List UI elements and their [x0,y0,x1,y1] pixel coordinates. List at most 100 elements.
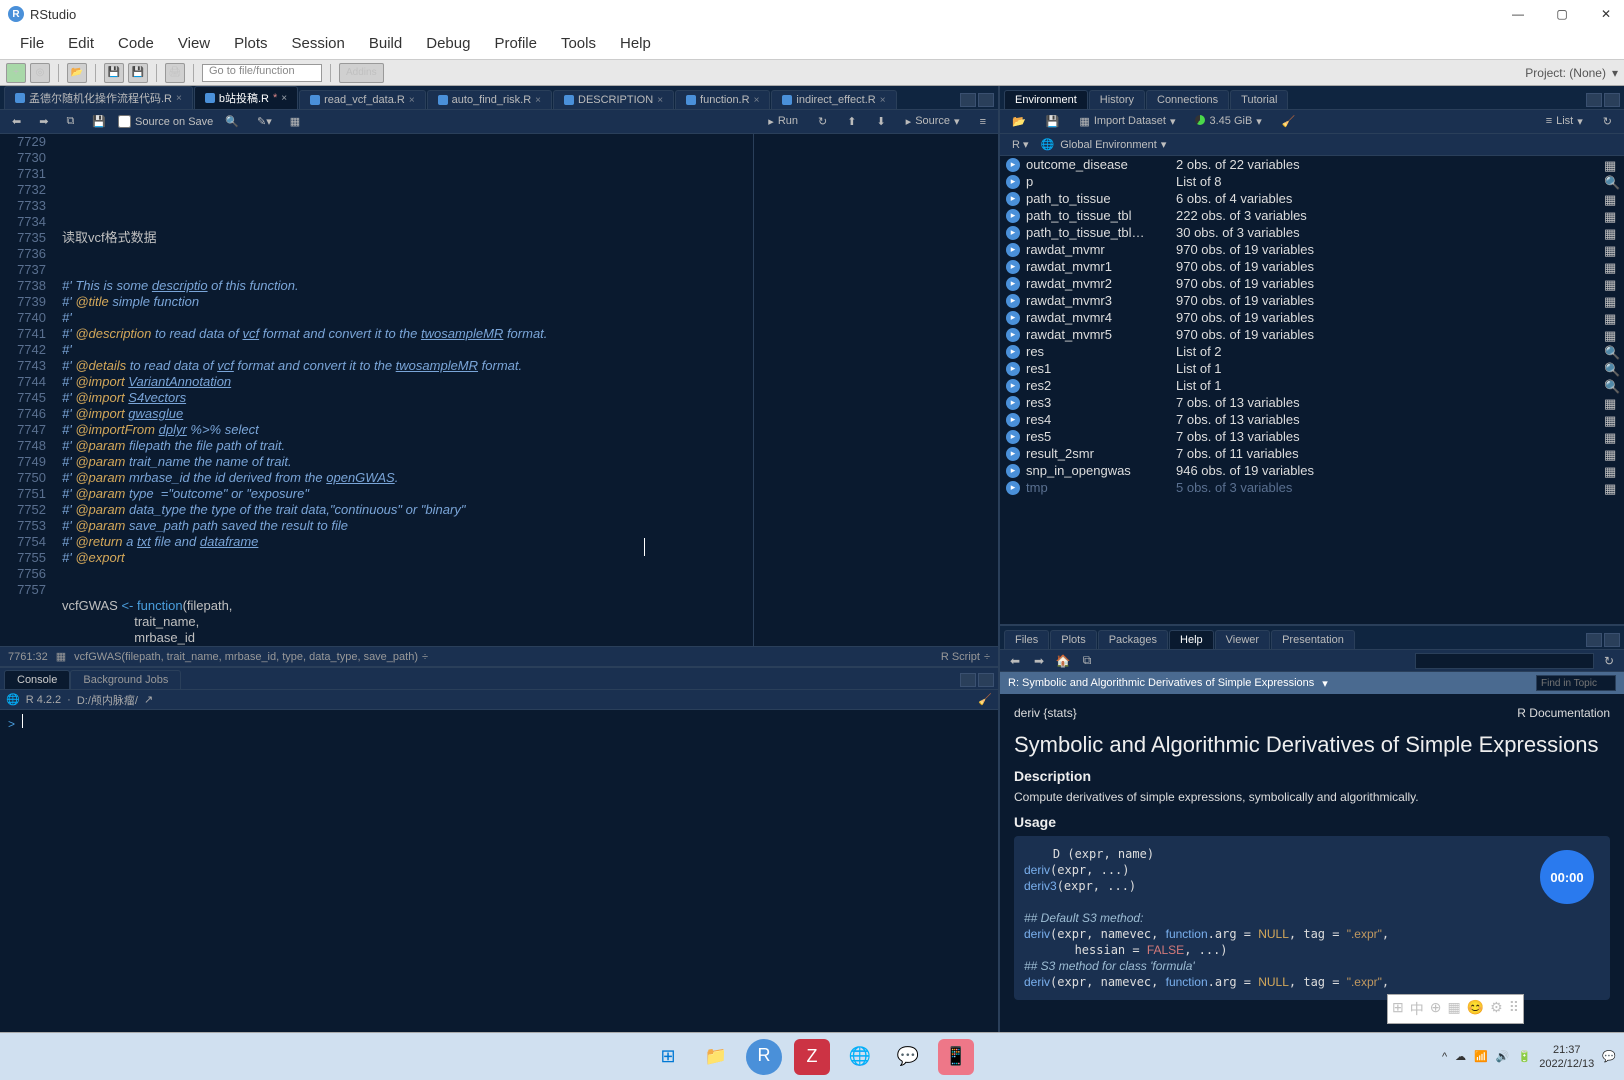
minimize-pane-button[interactable] [960,673,976,687]
back-button[interactable]: ⬅ [1006,653,1024,669]
close-icon[interactable]: × [281,93,287,104]
chrome-icon[interactable]: 🌐 [842,1039,878,1075]
wechat-icon[interactable]: 💬 [890,1039,926,1075]
popout-icon[interactable]: ↗ [144,693,153,706]
expand-icon[interactable]: ▸ [1006,481,1020,495]
env-row[interactable]: ▸tmp5 obs. of 3 variables▦ [1000,479,1624,496]
tab-file-6[interactable]: indirect_effect.R× [771,90,896,109]
env-row[interactable]: ▸path_to_tissue6 obs. of 4 variables▦ [1000,190,1624,207]
menu-plots[interactable]: Plots [222,31,279,56]
tray-expand-icon[interactable]: ^ [1442,1051,1447,1063]
working-dir[interactable]: D:/颅内脉瘤/ [77,692,138,708]
expand-icon[interactable]: ▸ [1006,447,1020,461]
source-button[interactable]: ▸Source▾ [900,113,966,130]
expand-icon[interactable]: ▸ [1006,243,1020,257]
tab-file-2[interactable]: read_vcf_data.R× [299,90,426,109]
maximize-pane-button[interactable] [1604,633,1620,647]
close-icon[interactable]: × [535,95,541,106]
env-row[interactable]: ▸res37 obs. of 13 variables▦ [1000,394,1624,411]
tab-packages[interactable]: Packages [1098,630,1168,649]
tab-plots[interactable]: Plots [1050,630,1096,649]
grid-icon[interactable]: ▦ [1604,481,1618,495]
new-project-button[interactable]: ◎ [30,63,50,83]
open-file-button[interactable]: 📂 [67,63,87,83]
env-row[interactable]: ▸rawdat_mvmr1970 obs. of 19 variables▦ [1000,258,1624,275]
ime-icon[interactable]: ⊕ [1430,999,1442,1019]
menu-tools[interactable]: Tools [549,31,608,56]
expand-icon[interactable]: ▸ [1006,192,1020,206]
menu-code[interactable]: Code [106,31,166,56]
clear-console-button[interactable]: 🧹 [978,693,992,706]
function-context[interactable]: vcfGWAS(filepath, trait_name, mrbase_id,… [74,651,418,663]
find-in-topic-input[interactable] [1536,675,1616,691]
tab-file-5[interactable]: function.R× [675,90,770,109]
battery-icon[interactable]: 🔋 [1518,1050,1532,1063]
ime-icon[interactable]: 😊 [1467,999,1484,1019]
close-icon[interactable]: × [754,95,760,106]
wifi-icon[interactable]: 📶 [1474,1050,1488,1063]
expand-icon[interactable]: ▸ [1006,260,1020,274]
minimize-pane-button[interactable] [1586,93,1602,107]
rerun-button[interactable]: ↻ [812,113,833,130]
menu-profile[interactable]: Profile [482,31,549,56]
expand-icon[interactable]: ▸ [1006,362,1020,376]
save-button[interactable]: 💾 [104,63,124,83]
env-row[interactable]: ▸res47 obs. of 13 variables▦ [1000,411,1624,428]
menu-view[interactable]: View [166,31,222,56]
help-content[interactable]: deriv {stats} R Documentation Symbolic a… [1000,694,1624,1032]
menu-edit[interactable]: Edit [56,31,106,56]
start-button[interactable]: ⊞ [650,1039,686,1075]
expand-icon[interactable]: ▸ [1006,345,1020,359]
tab-background-jobs[interactable]: Background Jobs [70,670,181,689]
env-row[interactable]: ▸outcome_disease2 obs. of 22 variables▦ [1000,156,1624,173]
back-button[interactable]: ⬅ [6,113,27,130]
save-workspace-button[interactable]: 💾 [1040,113,1066,130]
env-row[interactable]: ▸snp_in_opengwas946 obs. of 19 variables… [1000,462,1624,479]
maximize-button[interactable]: ▢ [1552,4,1572,24]
import-dataset-button[interactable]: ▦Import Dataset▾ [1073,113,1181,130]
grid-icon[interactable]: ▦ [1604,192,1618,206]
expand-icon[interactable]: ▸ [1006,379,1020,393]
env-row[interactable]: ▸path_to_tissue_tbl…30 obs. of 3 variabl… [1000,224,1624,241]
home-button[interactable]: 🏠 [1054,653,1072,669]
close-icon[interactable]: × [657,95,663,106]
new-file-button[interactable]: + [6,63,26,83]
code-content[interactable]: 读取vcf格式数据#' This is some descriptio of t… [56,134,998,646]
grid-icon[interactable]: ▦ [1604,413,1618,427]
env-scope[interactable]: Global Environment [1060,139,1157,151]
grid-icon[interactable]: ▦ [1604,226,1618,240]
addins-button[interactable]: Addins [339,63,384,83]
goto-file-search[interactable]: Go to file/function [202,64,322,82]
grid-icon[interactable]: ▦ [1604,396,1618,410]
source-on-save-checkbox[interactable] [118,115,131,128]
close-icon[interactable]: × [176,93,182,104]
tab-help[interactable]: Help [1169,630,1214,649]
env-row[interactable]: ▸rawdat_mvmr5970 obs. of 19 variables▦ [1000,326,1624,343]
grid-icon[interactable]: ▦ [1604,311,1618,325]
compile-report-button[interactable]: ▦ [284,113,306,130]
tab-file-3[interactable]: auto_find_risk.R× [427,90,552,109]
menu-file[interactable]: File [8,31,56,56]
menu-help[interactable]: Help [608,31,663,56]
outline-button[interactable]: ≡ [974,114,992,130]
tab-file-4[interactable]: DESCRIPTION× [553,90,674,109]
magnify-icon[interactable]: 🔍 [1604,379,1618,393]
maximize-pane-button[interactable] [978,93,994,107]
magnify-icon[interactable]: 🔍 [1604,345,1618,359]
memory-usage[interactable]: 3.45 GiB▾ [1189,113,1267,130]
save-button[interactable]: 💾 [86,113,112,130]
console-body[interactable]: > [0,710,998,1032]
ime-icon[interactable]: ⠿ [1509,999,1519,1019]
tab-history[interactable]: History [1089,90,1145,109]
env-row[interactable]: ▸resList of 2🔍 [1000,343,1624,360]
menu-debug[interactable]: Debug [414,31,482,56]
tab-file-1[interactable]: b站投稿.R*× [194,86,298,109]
tab-files[interactable]: Files [1004,630,1049,649]
save-all-button[interactable]: 💾 [128,63,148,83]
code-editor[interactable]: 7729773077317732773377347735773677377738… [0,134,998,646]
close-icon[interactable]: × [409,95,415,106]
zotero-icon[interactable]: Z [794,1039,830,1075]
env-row[interactable]: ▸path_to_tissue_tbl222 obs. of 3 variabl… [1000,207,1624,224]
minimize-pane-button[interactable] [960,93,976,107]
grid-icon[interactable]: ▦ [1604,158,1618,172]
